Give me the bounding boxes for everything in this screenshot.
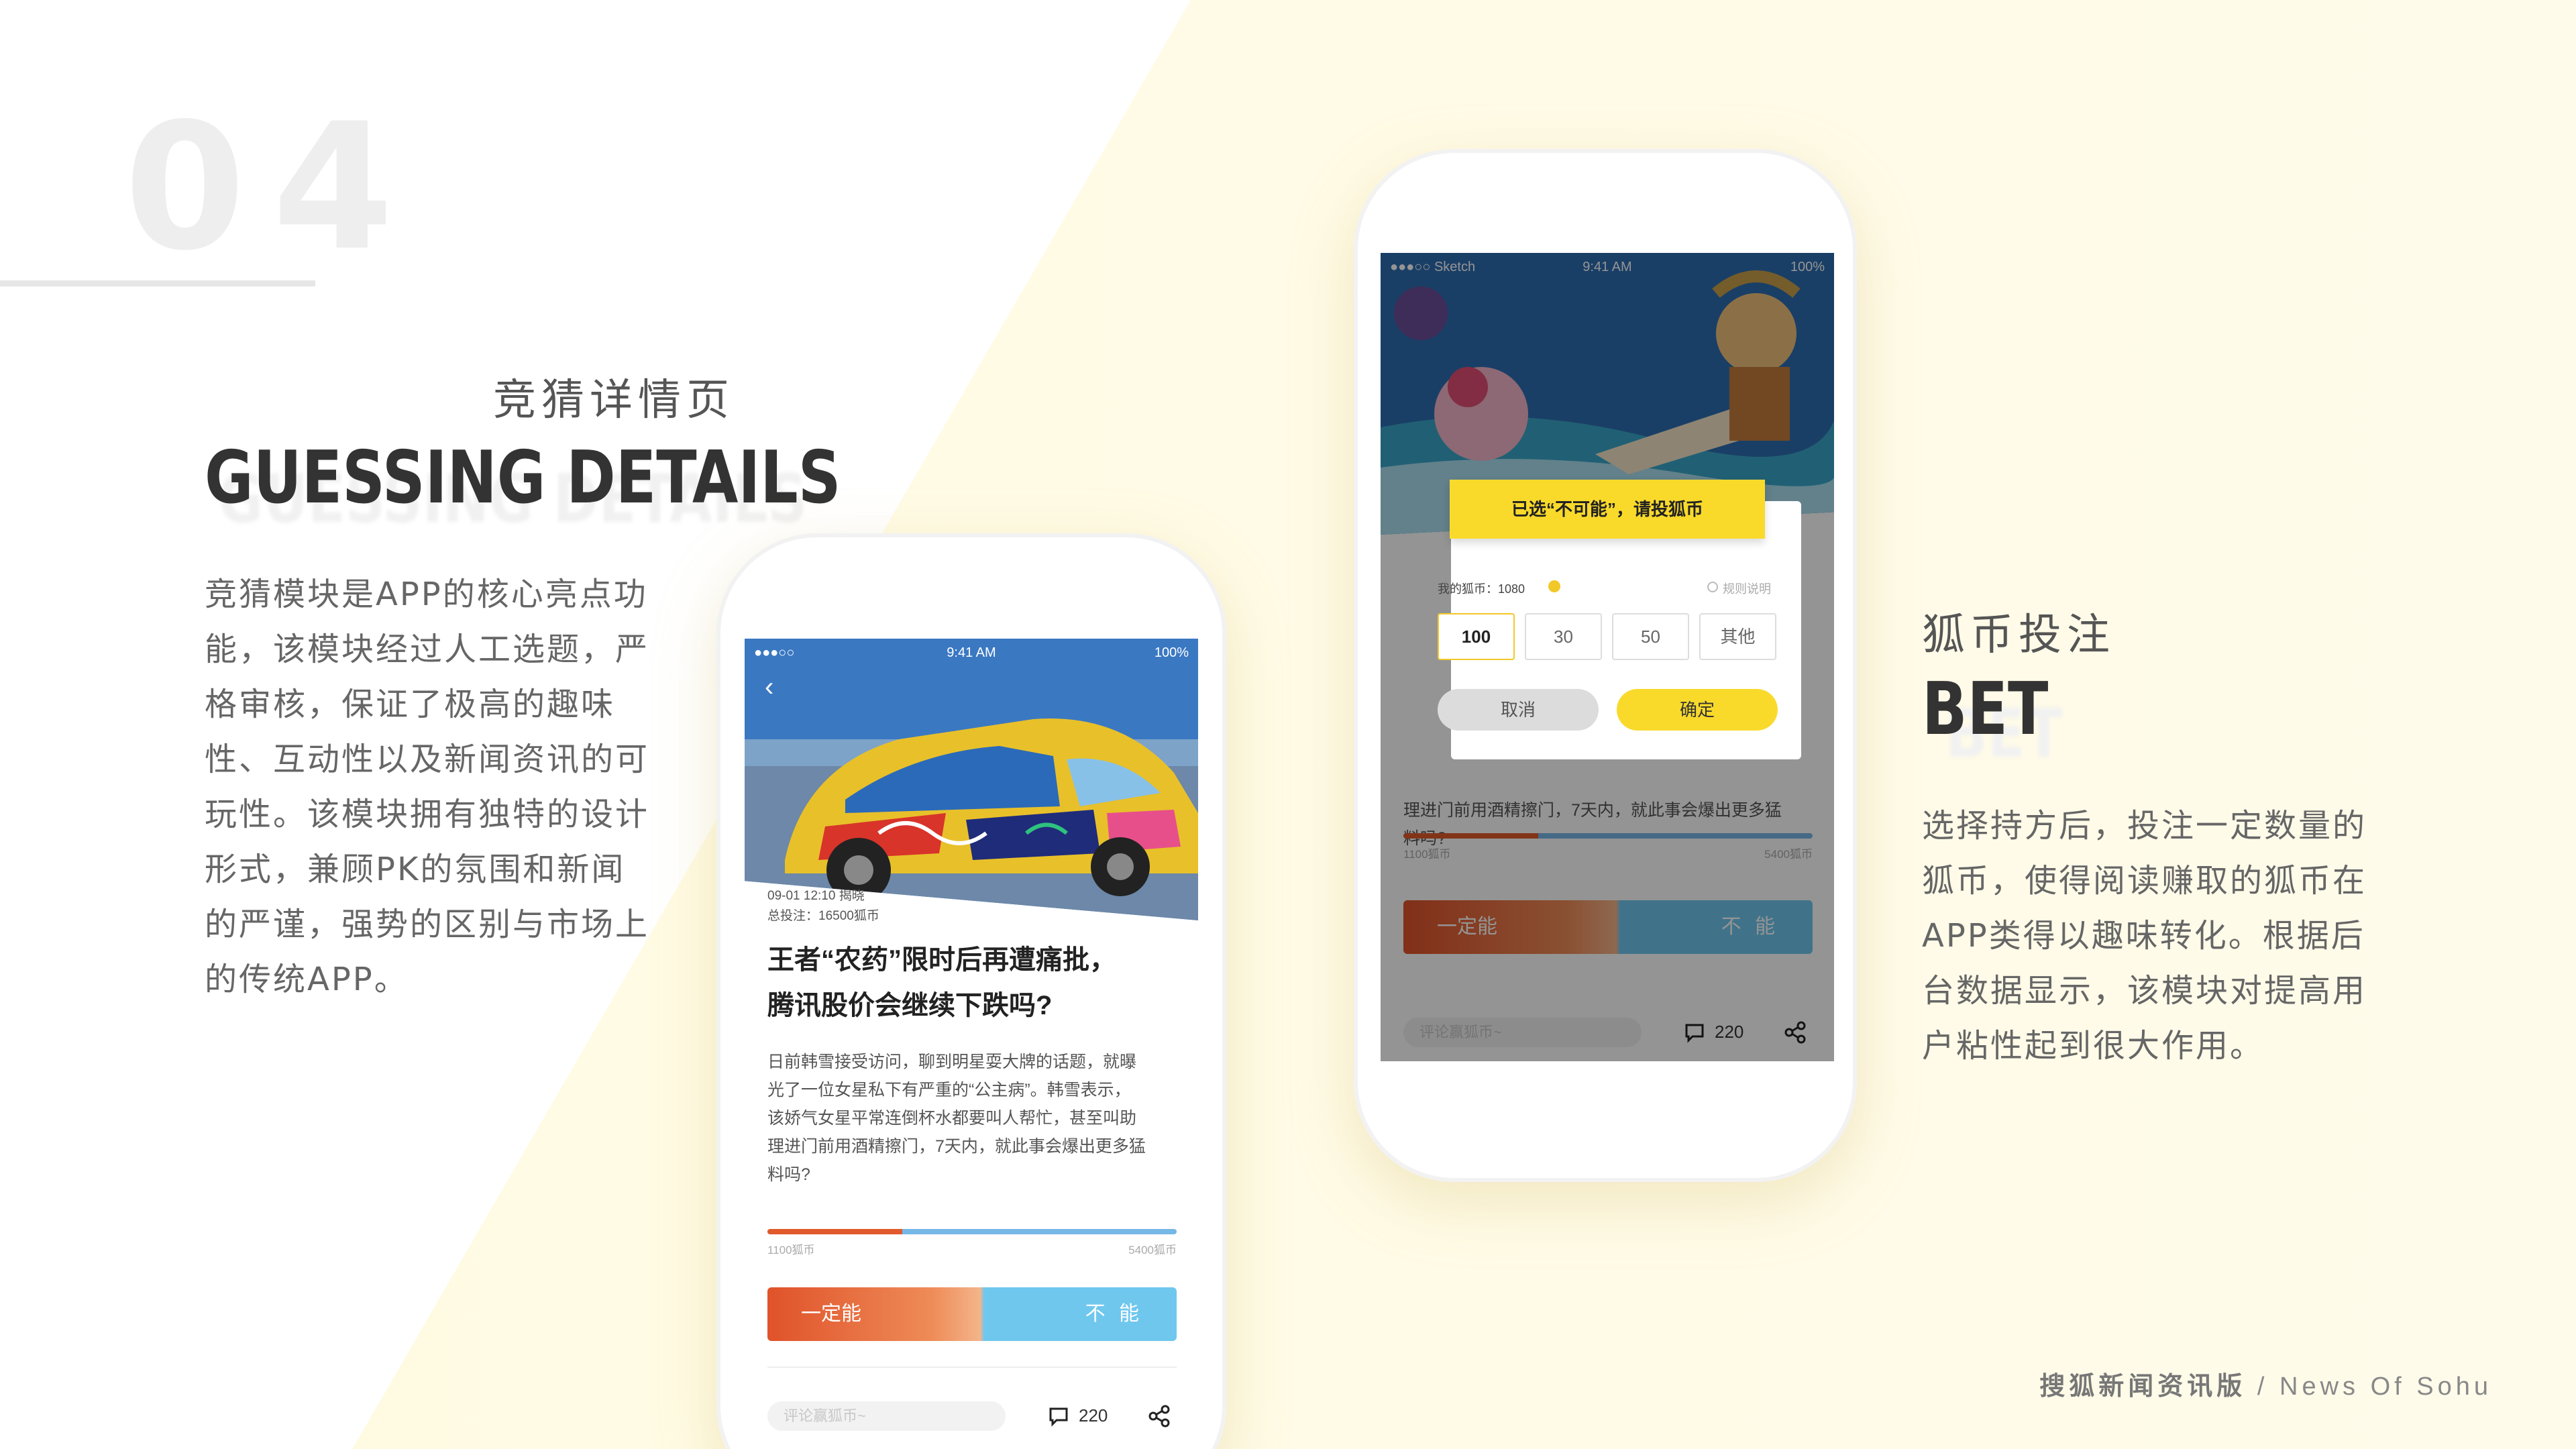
divider xyxy=(767,1366,1177,1368)
right-description-line: 选择持方后，投注一定数量的 xyxy=(1922,807,2367,845)
article-body: 日前韩雪接受访问，聊到明星耍大牌的话题，就曝 光了一位女星私下有严重的“公主病”… xyxy=(767,1048,1180,1189)
left-description-line: 竞猜模块是APP的核心亮点功 xyxy=(205,576,648,613)
left-coins-label: 1100狐币 xyxy=(767,1244,815,1256)
right-coins-label: 5400狐币 xyxy=(1128,1244,1177,1256)
rules-link[interactable]: 规则说明 xyxy=(1723,580,1771,597)
left-title-cn: 竞猜详情页 xyxy=(493,376,735,425)
left-description-line: 格审核，保证了极高的趣味 xyxy=(205,686,616,723)
left-title-en: GUESSING DETAILS xyxy=(205,436,841,520)
body-line: 光了一位女星私下有严重的“公主病”。韩雪表示， xyxy=(767,1081,1131,1099)
no-button[interactable]: 不 能 xyxy=(1085,1287,1143,1341)
phone-mockup-guessing-details: ●●●○○ 9:41 AM 100% ‹ 09-01 12:10 揭晓 总投注：… xyxy=(716,533,1226,1449)
status-time: 9:41 AM xyxy=(947,645,996,660)
left-description-line: 玩性。该模块拥有独特的设计 xyxy=(205,796,650,833)
dialog-banner: 已选“不可能”，请投狐币 xyxy=(1450,480,1765,539)
right-title-cn: 狐币投注 xyxy=(1922,610,2115,660)
body-line: 该娇气女星平常连倒杯水都要叫人帮忙，甚至叫助 xyxy=(767,1109,1137,1128)
article-headline: 王者“农药”限时后再遭痛批， 腾讯股价会继续下跌吗? xyxy=(767,937,1177,1028)
bet-progress-fill xyxy=(767,1229,903,1234)
bet-option-50[interactable]: 50 xyxy=(1612,613,1689,660)
coin-icon xyxy=(1548,580,1560,592)
left-description-line: 能，该模块经过人工选题，严 xyxy=(205,631,650,668)
left-description-line: 形式，兼顾PK的氛围和新闻 xyxy=(205,851,626,888)
confirm-button[interactable]: 确定 xyxy=(1617,689,1778,731)
back-arrow-icon[interactable]: ‹ xyxy=(765,672,773,702)
cancel-button[interactable]: 取消 xyxy=(1438,689,1599,731)
yes-button[interactable]: 一定能 xyxy=(801,1287,861,1341)
footer-brand-cn: 搜狐新闻资讯版 xyxy=(2039,1373,2247,1401)
phone-mockup-bet: ●●●○○ Sketch 9:41 AM 100% 理进门前用酒精擦门，7天内，… xyxy=(1354,149,1857,1182)
hero-image-graffiti-car: ●●●○○ 9:41 AM 100% ‹ xyxy=(745,639,1198,920)
comment-count: 220 xyxy=(1079,1405,1108,1426)
info-icon[interactable] xyxy=(1707,582,1718,592)
share-icon[interactable] xyxy=(1147,1404,1171,1428)
section-number: 04 xyxy=(124,87,421,289)
bet-option-30[interactable]: 30 xyxy=(1525,613,1602,660)
status-bar: ●●●○○ 9:41 AM 100% xyxy=(745,639,1198,665)
reveal-time: 09-01 12:10 揭晓 xyxy=(767,889,865,903)
my-coins-label: 我的狐币：1080 xyxy=(1438,582,1525,596)
body-line: 理进门前用酒精擦门，7天内，就此事会爆出更多猛 xyxy=(767,1137,1146,1156)
comment-icon[interactable] xyxy=(1048,1405,1069,1427)
vs-buttons: 一定能 不 能 xyxy=(767,1287,1177,1341)
right-description-line: 台数据显示，该模块对提高用 xyxy=(1922,972,2367,1010)
right-description-line: 户粘性起到很大作用。 xyxy=(1922,1027,2265,1065)
footer-brand: 搜狐新闻资讯版 / News Of Sohu xyxy=(2039,1365,2492,1402)
left-description-line: 性、互动性以及新闻资讯的可 xyxy=(205,741,650,778)
battery-indicator: 100% xyxy=(1154,645,1189,660)
phone-screen: ●●●○○ 9:41 AM 100% ‹ 09-01 12:10 揭晓 总投注：… xyxy=(745,639,1198,1449)
bet-option-other[interactable]: 其他 xyxy=(1699,613,1776,660)
total-bets: 总投注：16500狐币 xyxy=(767,909,879,923)
left-description-line: 的传统APP。 xyxy=(205,961,409,998)
section-number-underline xyxy=(0,280,315,286)
footer-brand-en: News Of Sohu xyxy=(2279,1373,2492,1401)
right-title-en: BET xyxy=(1922,667,2049,751)
footer-separator: / xyxy=(2257,1373,2269,1401)
right-description-line: APP类得以趣味转化。根据后 xyxy=(1922,917,2365,955)
right-description: 选择持方后，投注一定数量的 狐币，使得阅读赚取的狐币在 APP类得以趣味转化。根… xyxy=(1922,798,2367,1073)
body-line: 料吗? xyxy=(767,1165,810,1184)
graffiti-car-illustration xyxy=(745,639,1198,920)
comment-input[interactable]: 评论赢狐币~ xyxy=(767,1401,1006,1431)
right-description-line: 狐币，使得阅读赚取的狐币在 xyxy=(1922,862,2367,900)
body-line: 日前韩雪接受访问，聊到明星耍大牌的话题，就曝 xyxy=(767,1053,1137,1071)
headline-line: 王者“农药”限时后再遭痛批， xyxy=(767,945,1116,975)
headline-line: 腾讯股价会继续下跌吗? xyxy=(767,991,1053,1020)
bet-progress-bar xyxy=(767,1229,1177,1234)
bet-option-100[interactable]: 100 xyxy=(1438,613,1515,660)
left-description-line: 的严谨，强势的区别与市场上 xyxy=(205,906,650,943)
phone-screen: ●●●○○ Sketch 9:41 AM 100% 理进门前用酒精擦门，7天内，… xyxy=(1381,253,1834,1061)
left-description: 竞猜模块是APP的核心亮点功 能，该模块经过人工选题，严 格审核，保证了极高的趣… xyxy=(205,567,649,1007)
